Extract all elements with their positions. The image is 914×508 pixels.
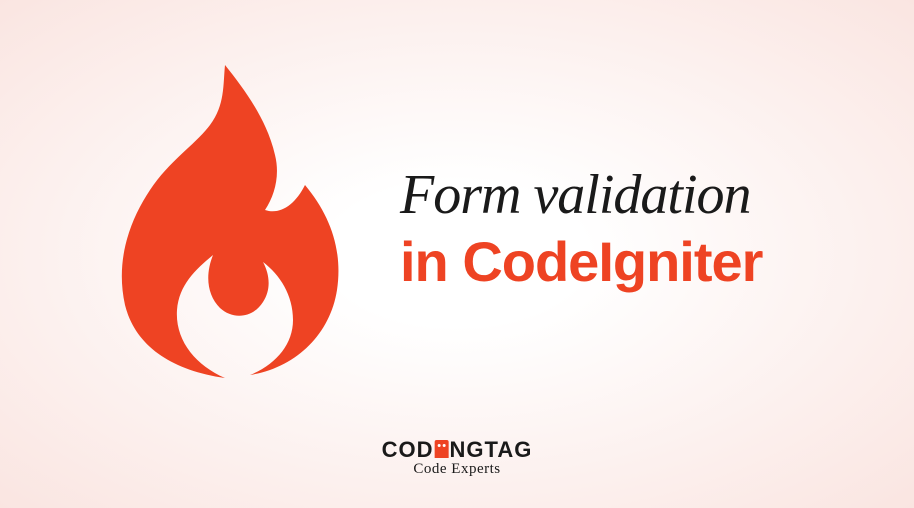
logo-prefix: COD [382, 437, 434, 462]
title-line-2: in CodeIgniter [400, 231, 890, 293]
brand-logo: COD NGTAG Code Experts [382, 437, 533, 478]
logo-tagline: Code Experts [382, 461, 533, 478]
codeigniter-flame-logo [95, 60, 355, 380]
title-line-1: Form validation [400, 165, 890, 227]
logo-suffix: NGTAG [450, 437, 533, 462]
flame-icon [95, 60, 355, 380]
logo-i-icon [435, 440, 449, 458]
main-title: Form validation in CodeIgniter [400, 165, 890, 292]
logo-text: COD NGTAG [382, 437, 533, 463]
